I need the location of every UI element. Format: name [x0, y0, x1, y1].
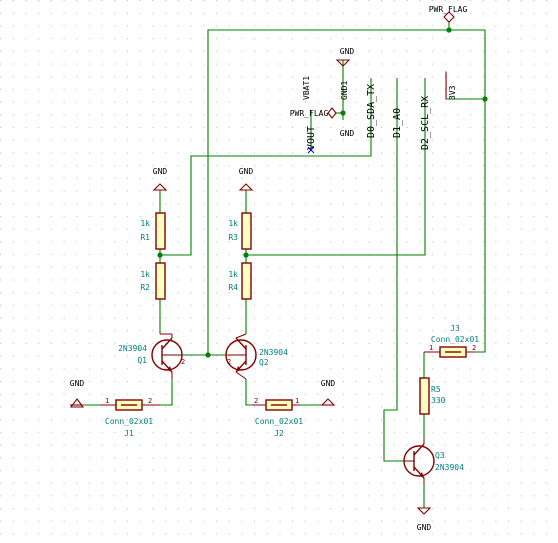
svg-text:R3: R3: [228, 233, 238, 242]
svg-text:2N3904: 2N3904: [118, 344, 147, 353]
svg-text:1k: 1k: [140, 219, 150, 228]
gnd-label: GND: [417, 523, 432, 532]
label-gnd1: GND1: [340, 81, 349, 100]
svg-text:2N3904: 2N3904: [435, 463, 464, 472]
svg-text:Q1: Q1: [137, 356, 147, 365]
svg-text:1: 1: [105, 397, 109, 405]
svg-text:J3: J3: [450, 324, 460, 333]
svg-text:Conn_02x01: Conn_02x01: [105, 417, 153, 426]
svg-text:2: 2: [227, 358, 231, 366]
svg-text:1: 1: [429, 344, 433, 352]
svg-text:J2: J2: [274, 429, 284, 438]
gnd-label: GND: [70, 379, 85, 388]
svg-text:J1: J1: [124, 429, 134, 438]
svg-text:R2: R2: [140, 283, 150, 292]
svg-text:1k: 1k: [228, 219, 238, 228]
junction-top: [446, 27, 451, 32]
svg-text:1k: 1k: [140, 270, 150, 279]
svg-text:R1: R1: [140, 233, 150, 242]
junction-r1r2: [157, 252, 162, 257]
svg-text:Q3: Q3: [435, 451, 445, 460]
svg-text:2: 2: [472, 344, 476, 352]
label-vout: VOUT: [306, 126, 317, 150]
gnd-symbol-header-bottom: GND: [340, 129, 355, 138]
gnd-label: GND: [321, 379, 336, 388]
svg-text:Conn_02x01: Conn_02x01: [255, 417, 303, 426]
svg-text:Conn_02x01: Conn_02x01: [431, 335, 479, 344]
junction-base: [205, 352, 210, 357]
svg-text:2: 2: [181, 358, 185, 366]
label-vbat1: VBAT1: [302, 76, 311, 100]
svg-text:330: 330: [431, 396, 446, 405]
pwr-flag-label: PWR_FLAG: [429, 5, 468, 14]
label-d2: D2_SCL_RX: [420, 96, 431, 150]
junction-r3r4: [243, 252, 248, 257]
svg-text:2: 2: [254, 397, 258, 405]
svg-text:2N3904: 2N3904: [259, 348, 288, 357]
schematic-canvas: GND GND GND GND GND GND GND PWR_FLAG PWR…: [0, 0, 558, 538]
svg-text:R4: R4: [228, 283, 238, 292]
junction-gnd1: [340, 110, 345, 115]
gnd-label: GND: [340, 47, 355, 56]
svg-text:1k: 1k: [228, 270, 238, 279]
svg-text:1: 1: [295, 397, 299, 405]
schematic-sheet: GND GND GND GND GND GND GND PWR_FLAG PWR…: [0, 0, 558, 538]
label-d1: D1_A0: [392, 108, 403, 138]
label-3v3: 3V3: [448, 85, 457, 100]
pwr-flag-label: PWR_FLAG: [290, 109, 329, 118]
dot-grid: [0, 0, 558, 538]
svg-text:R5: R5: [431, 385, 441, 394]
gnd-label: GND: [239, 167, 254, 176]
gnd-label: GND: [340, 129, 355, 138]
label-d0: D0_SDA_TX: [366, 84, 377, 138]
svg-text:Q2: Q2: [259, 358, 269, 367]
svg-text:2: 2: [148, 397, 152, 405]
gnd-label: GND: [153, 167, 168, 176]
junction-3v3: [482, 96, 487, 101]
